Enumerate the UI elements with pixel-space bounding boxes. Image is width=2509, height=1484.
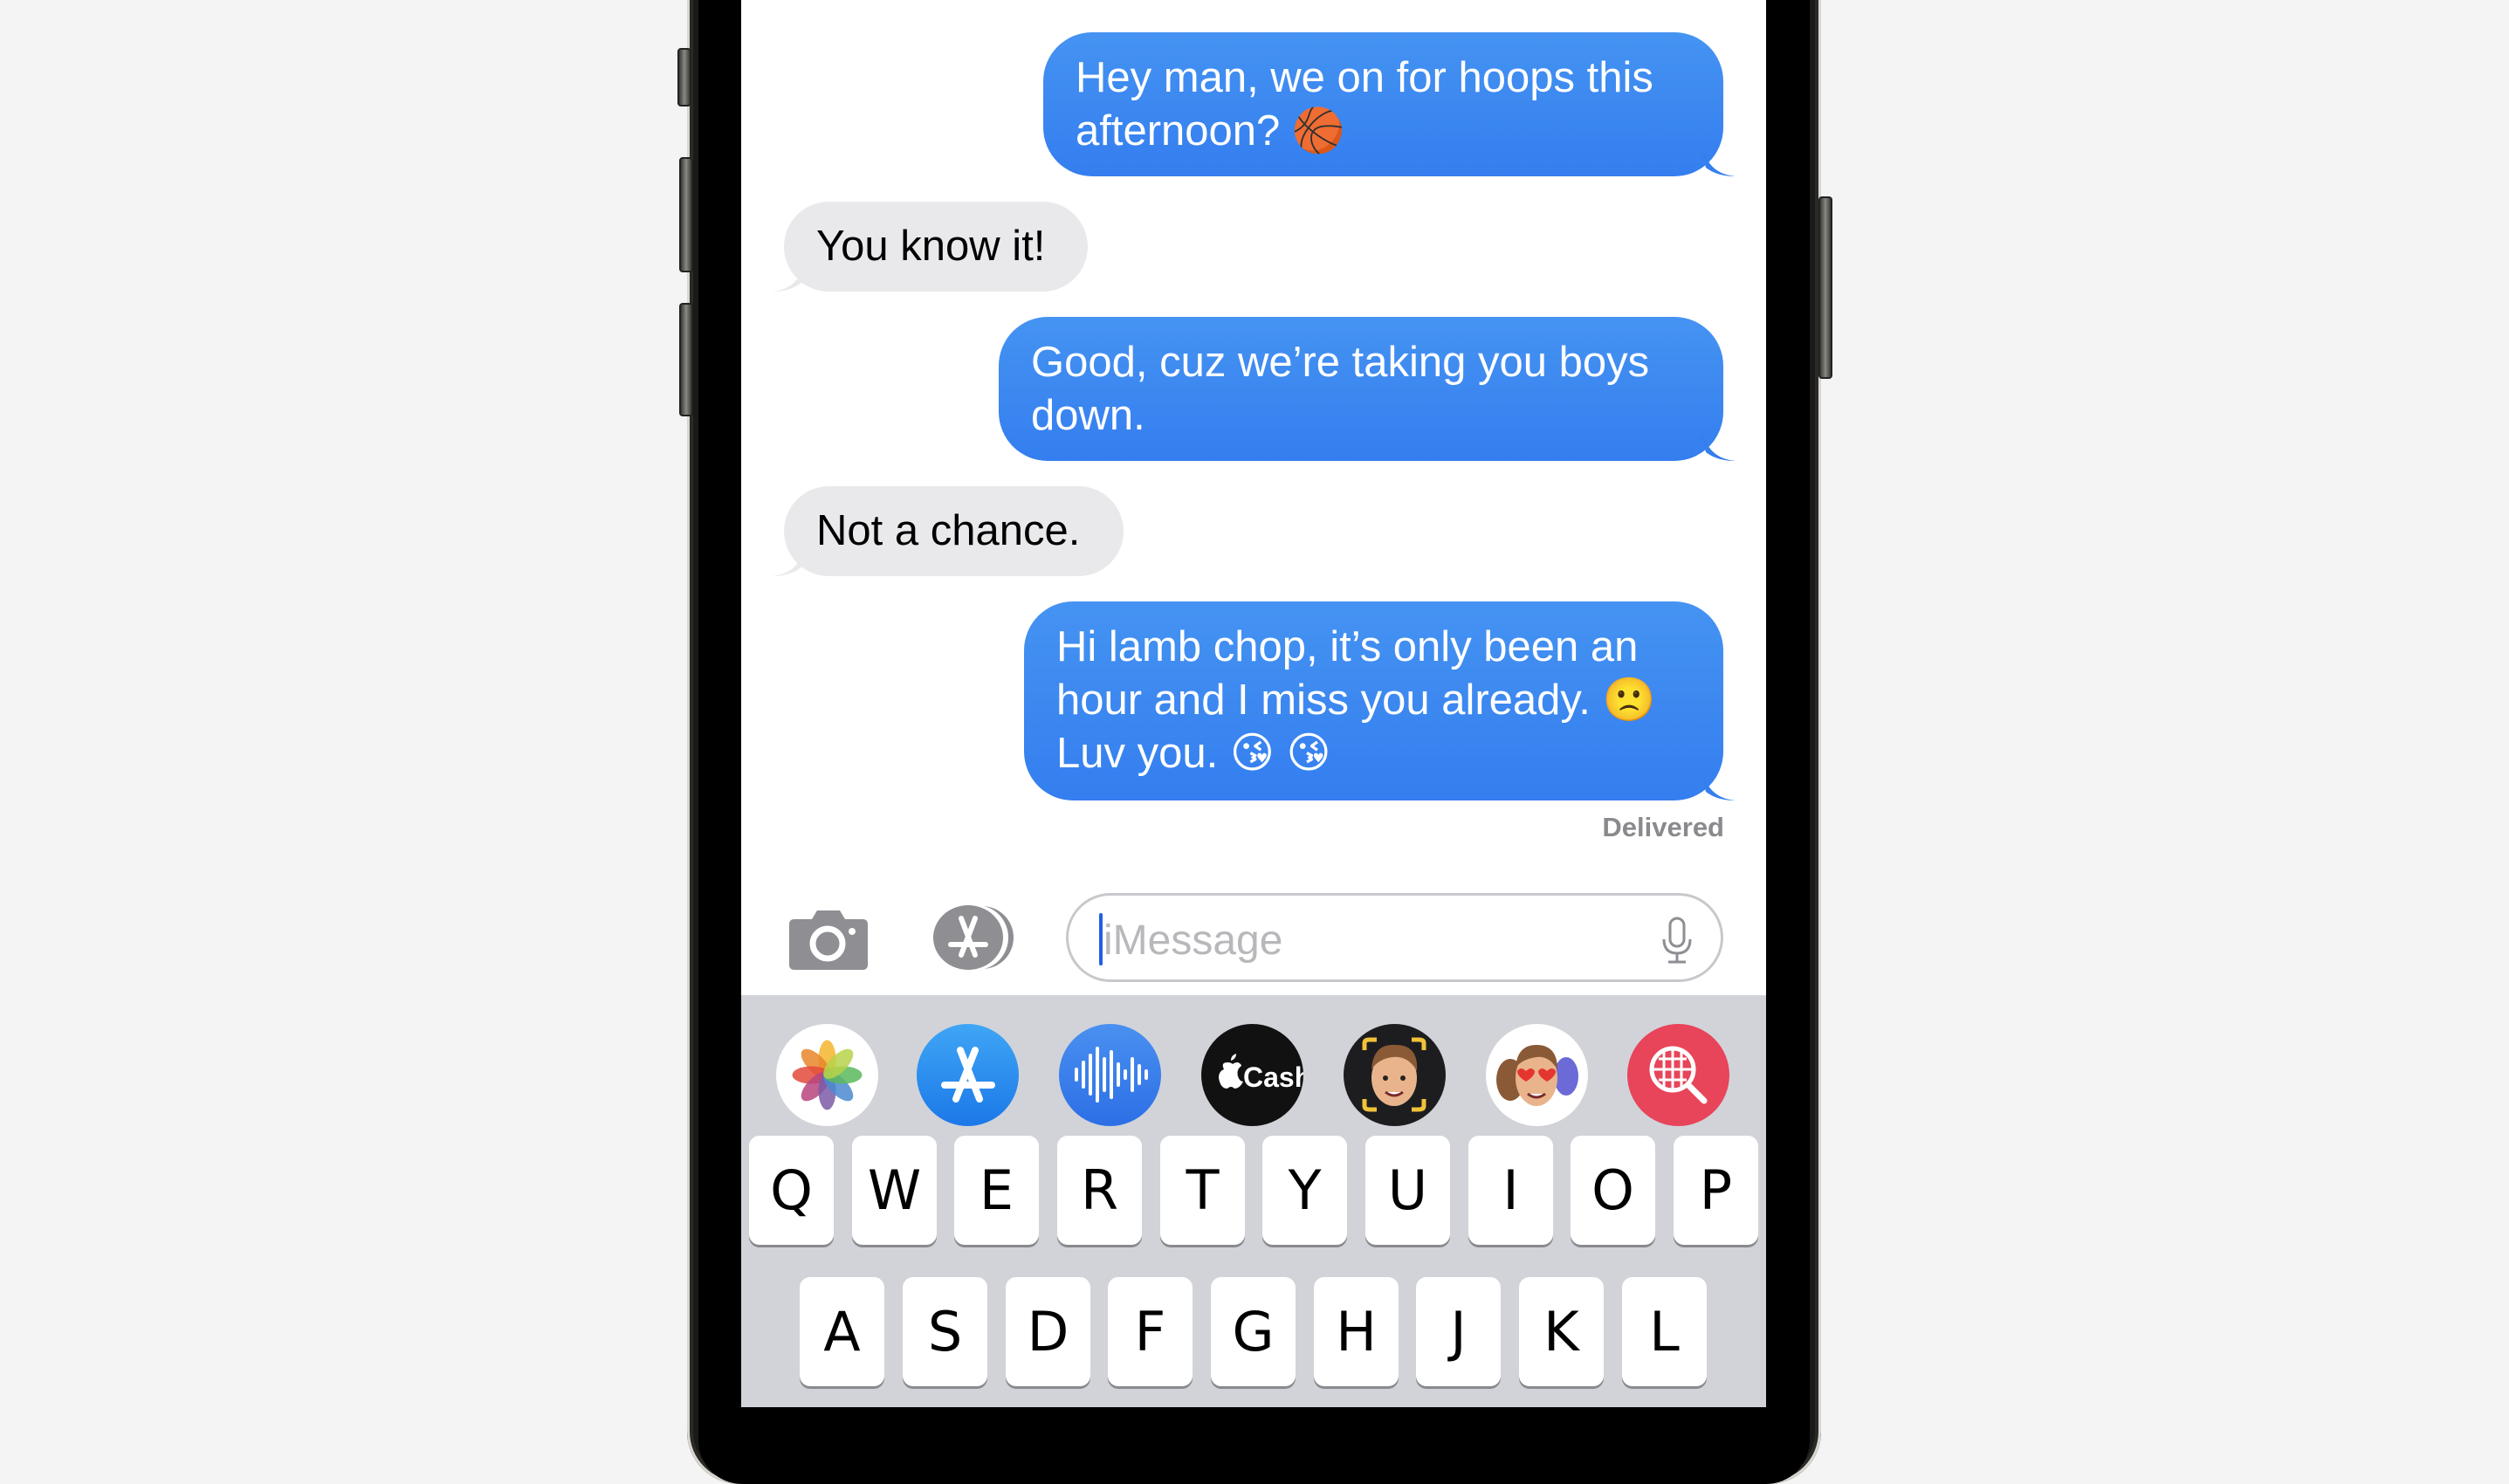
bubble-tail xyxy=(772,258,807,292)
message-line: afternoon? 🏀 xyxy=(1076,107,1345,155)
key-h[interactable]: H xyxy=(1314,1277,1399,1386)
key-f[interactable]: F xyxy=(1108,1277,1193,1386)
bubble-tail xyxy=(1701,428,1736,461)
key-q[interactable]: Q xyxy=(749,1136,834,1245)
key-e[interactable]: E xyxy=(954,1136,1039,1245)
bubble-tail xyxy=(1701,143,1736,176)
message-line: Good, cuz we’re taking you boys xyxy=(1031,339,1650,386)
action-button xyxy=(677,48,691,106)
message-line: Luv you. 😘 😘 xyxy=(1056,730,1331,777)
app-store-icon xyxy=(941,1047,995,1103)
apple-cash-icon: Cash xyxy=(1219,1054,1303,1093)
key-o[interactable]: O xyxy=(1571,1136,1655,1245)
key-y[interactable]: Y xyxy=(1262,1136,1347,1245)
input-placeholder: iMessage xyxy=(1103,917,1283,964)
delivery-status: Delivered xyxy=(1602,812,1724,842)
message-bubble-received[interactable]: You know it! xyxy=(772,202,1088,292)
audio-message-app-button[interactable] xyxy=(1059,1024,1161,1126)
message-bubble-received[interactable]: Not a chance. xyxy=(772,486,1124,576)
photos-icon xyxy=(792,1040,863,1110)
key-g[interactable]: G xyxy=(1211,1277,1296,1386)
message-line: You know it! xyxy=(816,223,1046,270)
key-u[interactable]: U xyxy=(1365,1136,1450,1245)
key-l[interactable]: L xyxy=(1622,1277,1707,1386)
key-a[interactable]: A xyxy=(800,1277,884,1386)
keyboard-area: Cash Q W E R T Y U I O P A S D F G H J K… xyxy=(741,995,1766,1407)
imessage-input[interactable]: iMessage xyxy=(1066,893,1723,982)
message-line: Not a chance. xyxy=(816,507,1081,554)
message-bubble-sent[interactable]: Hey man, we on for hoops this afternoon?… xyxy=(1043,32,1736,176)
key-p[interactable]: P xyxy=(1674,1136,1758,1245)
memoji-stickers-app-button[interactable] xyxy=(1486,1024,1588,1126)
message-line: hour and I miss you already. 🙁 xyxy=(1056,677,1656,724)
key-i[interactable]: I xyxy=(1468,1136,1553,1245)
message-line: Hey man, we on for hoops this xyxy=(1076,54,1653,101)
memoji-app-button[interactable] xyxy=(1344,1024,1446,1126)
bubble-tail xyxy=(1701,767,1736,800)
message-bubble-sent[interactable]: Good, cuz we’re taking you boys down. xyxy=(999,317,1736,461)
volume-up-button xyxy=(679,157,693,272)
message-bubble-sent[interactable]: Hi lamb chop, it’s only been an hour and… xyxy=(1024,601,1736,800)
bubble-tail xyxy=(772,543,807,576)
key-s[interactable]: S xyxy=(903,1277,987,1386)
apple-cash-app-button[interactable]: Cash xyxy=(1201,1024,1303,1126)
side-button xyxy=(1818,196,1832,379)
app-store-app-button[interactable] xyxy=(917,1024,1019,1126)
key-j[interactable]: J xyxy=(1416,1277,1501,1386)
key-w[interactable]: W xyxy=(852,1136,937,1245)
waveform-icon xyxy=(1075,1047,1148,1103)
microphone-icon[interactable] xyxy=(1660,917,1694,965)
message-line: down. xyxy=(1031,392,1145,439)
composer-bar: iMessage xyxy=(741,873,1766,995)
key-r[interactable]: R xyxy=(1057,1136,1142,1245)
apple-cash-label: Cash xyxy=(1243,1061,1303,1093)
camera-icon[interactable] xyxy=(789,907,868,970)
key-t[interactable]: T xyxy=(1160,1136,1245,1245)
messages-screen: Hey man, we on for hoops this afternoon?… xyxy=(741,0,1766,1407)
memoji-icon xyxy=(1362,1037,1426,1112)
app-store-icon[interactable] xyxy=(925,904,1021,971)
images-search-app-button[interactable] xyxy=(1627,1024,1729,1126)
text-caret xyxy=(1099,913,1103,965)
memoji-stickers-icon xyxy=(1496,1045,1578,1106)
message-line: Hi lamb chop, it’s only been an xyxy=(1056,623,1639,670)
globe-search-icon xyxy=(1649,1046,1708,1104)
volume-down-button xyxy=(679,303,693,416)
key-d[interactable]: D xyxy=(1006,1277,1090,1386)
key-k[interactable]: K xyxy=(1519,1277,1604,1386)
photos-app-button[interactable] xyxy=(776,1024,878,1126)
